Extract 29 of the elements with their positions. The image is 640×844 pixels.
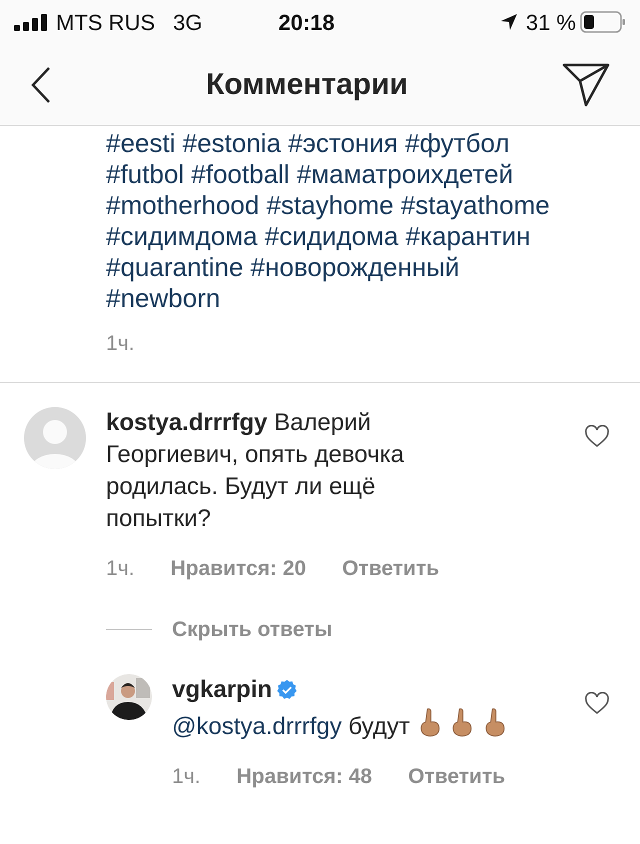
hashtags-text: #сидимдома #сидидома #карантин (106, 221, 532, 252)
hide-replies-button[interactable]: Скрыть ответы (172, 614, 332, 646)
hashtags-text: #quarantine #новорожденный (106, 252, 460, 283)
hashtags-text: #newborn (106, 283, 222, 314)
reply-button[interactable]: Ответить (408, 760, 506, 792)
hashtags-text: #futbol #football #маматроихдетей (106, 159, 514, 190)
username[interactable]: vgkarpin (172, 674, 272, 706)
reply-button[interactable]: Ответить (342, 552, 440, 584)
battery-percent: 31 % (526, 8, 576, 36)
page-title: Комментарии (206, 67, 408, 103)
mention-link[interactable]: @kostya.drrrfgy (172, 712, 342, 740)
likes-count[interactable]: Нравится: 20 (170, 552, 306, 584)
battery-icon (580, 11, 626, 33)
comment-time: 1ч. (172, 764, 200, 790)
comment-text: kostya.drrrfgy Валерий Георгиевич, опять девочка родилась. Будут ли ещё попытки? (106, 408, 405, 534)
carrier-name: MTS RUS (56, 8, 155, 36)
heart-icon[interactable] (584, 424, 610, 448)
comment-time: 1ч. (106, 556, 134, 582)
signal-icon (14, 13, 48, 31)
caption-time: 1ч. (106, 331, 136, 357)
hashtags-text: #eesti #estonia #эстония #футбол (106, 128, 511, 159)
heart-icon[interactable] (584, 692, 610, 716)
location-arrow-icon (500, 13, 518, 31)
likes-count[interactable]: Нравится: 48 (236, 760, 372, 792)
comment-text: @kostya.drrrfgy будут (172, 706, 512, 742)
clock: 20:18 (278, 8, 335, 36)
username[interactable]: kostya.drrrfgy (106, 408, 268, 436)
network-type: 3G (173, 8, 202, 36)
hashtags-text: #motherhood #stayhome #stayathome (106, 190, 551, 221)
